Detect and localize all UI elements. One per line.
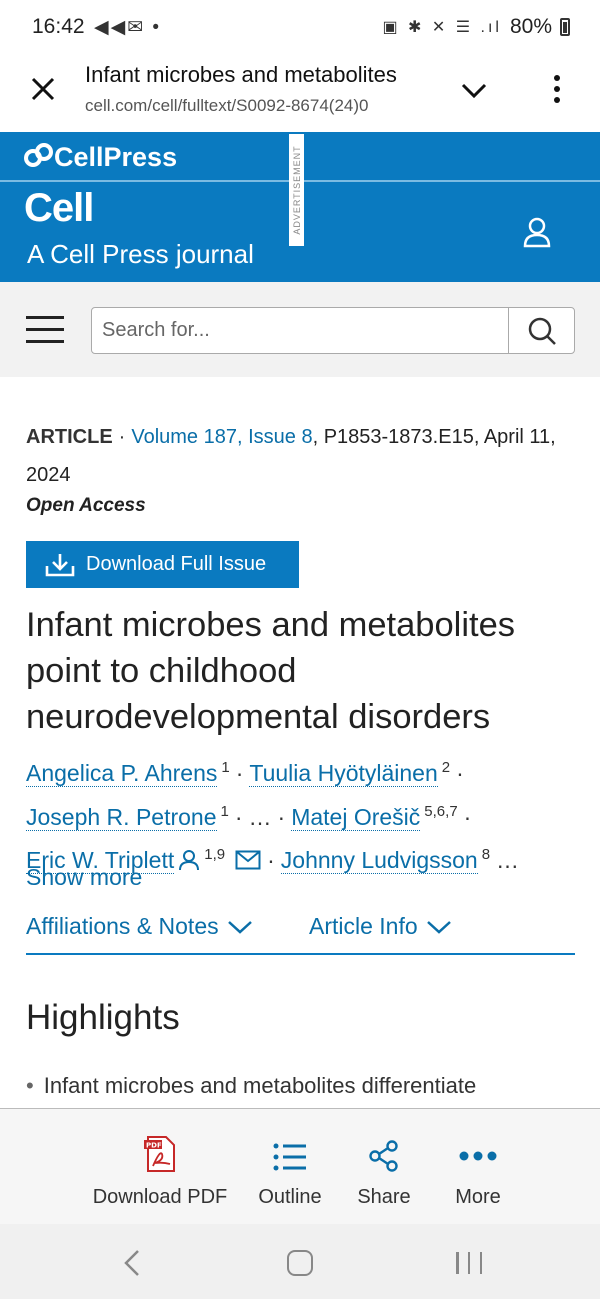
- tab-article-info[interactable]: Article Info: [309, 913, 452, 940]
- status-time: 16:42: [32, 15, 85, 38]
- pdf-icon: PDF: [144, 1136, 175, 1172]
- email-icon[interactable]: [235, 850, 261, 870]
- menu-icon[interactable]: [26, 316, 64, 344]
- tab-affiliations-notes[interactable]: Affiliations & Notes: [26, 913, 253, 940]
- article-tabs: Affiliations & Notes Article Info: [26, 913, 575, 955]
- author-link[interactable]: Joseph R. Petrone: [26, 803, 217, 831]
- chevron-down-icon: [227, 920, 252, 934]
- download-full-issue-label: Download Full Issue: [86, 553, 267, 575]
- download-pdf-label: Download PDF: [92, 1186, 228, 1208]
- page-url[interactable]: cell.com/cell/fulltext/S0092-8674(24)0: [85, 96, 430, 116]
- author-list: Angelica P. Ahrens 1 · Tuulia Hyötyläinen 2 ·…: [26, 759, 520, 874]
- battery-percent: 80%: [509, 15, 552, 38]
- article-meta: ARTICLE · Volume 187, Issue 8, P1853-1873.…: [26, 426, 556, 486]
- tab-affiliations-label: Affiliations & Notes: [26, 913, 219, 939]
- cellpress-logo[interactable]: CellPress: [24, 142, 177, 173]
- search-icon: [528, 317, 556, 345]
- download-pdf-button[interactable]: PDF Download PDF: [86, 1134, 234, 1214]
- more-authors-ellipsis: …: [496, 847, 520, 873]
- highlight-item: • Infant microbes and metabolites differe…: [26, 1073, 477, 1098]
- notification-icons: ◀◀✉ •: [94, 17, 162, 38]
- author-ellipsis: …: [248, 803, 272, 830]
- browser-toolbar: Infant microbes and metabolites cell.com…: [0, 56, 600, 132]
- status-right: ▣ ✱ ✕ ☰ .ıl 80%: [382, 15, 570, 39]
- advertisement-label: ADVERTISEMENT: [289, 134, 304, 246]
- download-icon: [45, 553, 75, 576]
- share-label: Share: [357, 1186, 411, 1208]
- search-box: [91, 307, 575, 354]
- more-label: More: [455, 1186, 501, 1208]
- system-nav-bar: [0, 1224, 600, 1299]
- open-access-label: Open Access: [26, 495, 146, 516]
- bottom-action-bar: PDF Download PDF Outline Share More: [0, 1108, 600, 1224]
- share-icon: [369, 1140, 398, 1172]
- more-vertical-icon[interactable]: [545, 72, 569, 112]
- cellpress-logo-text: CellPress: [54, 142, 178, 172]
- close-icon[interactable]: [26, 72, 60, 106]
- download-full-issue-button[interactable]: Download Full Issue: [26, 541, 299, 588]
- status-bar: 16:42 ◀◀✉ • ▣ ✱ ✕ ☰ .ıl 80%: [0, 0, 600, 56]
- battery-icon: [560, 18, 570, 36]
- search-input[interactable]: [92, 308, 510, 353]
- search-button[interactable]: [508, 308, 574, 353]
- show-more-link[interactable]: Show more: [26, 864, 142, 891]
- cell-logo[interactable]: Cell: [24, 186, 94, 231]
- journal-subtitle: A Cell Press journal: [27, 239, 254, 269]
- volume-link[interactable]: Volume 187, Issue 8: [131, 426, 312, 448]
- highlights-heading: Highlights: [26, 998, 180, 1037]
- author-link[interactable]: Angelica P. Ahrens: [26, 760, 218, 787]
- list-icon: [273, 1143, 306, 1171]
- share-button[interactable]: Share: [350, 1134, 418, 1214]
- journal-header: CellPress Cell A Cell Press journal ADVE…: [0, 132, 600, 282]
- more-horizontal-icon: [459, 1151, 497, 1161]
- article-type: ARTICLE: [26, 426, 113, 448]
- author-link[interactable]: Matej Orešič: [291, 803, 421, 831]
- search-bar-region: [0, 282, 600, 377]
- page-title: Infant microbes and metabolites: [85, 62, 397, 87]
- corresponding-author-icon: [179, 850, 200, 871]
- back-icon[interactable]: [120, 1249, 144, 1277]
- recent-apps-icon[interactable]: [456, 1252, 482, 1274]
- outline-button[interactable]: Outline: [254, 1134, 326, 1214]
- system-icons: ▣ ✱ ✕ ☰ .ıl: [382, 19, 502, 36]
- more-button[interactable]: More: [448, 1134, 508, 1214]
- author-link[interactable]: Tuulia Hyötyläinen: [249, 760, 438, 787]
- svg-text:PDF: PDF: [146, 1142, 162, 1150]
- user-icon[interactable]: [522, 216, 552, 248]
- home-icon[interactable]: [287, 1250, 313, 1276]
- author-link[interactable]: Johnny Ludvigsson: [280, 847, 478, 874]
- chevron-down-icon: [426, 920, 451, 934]
- tab-article-info-label: Article Info: [309, 913, 418, 939]
- outline-label: Outline: [258, 1186, 322, 1208]
- article-title: Infant microbes and metabolites point to…: [26, 606, 516, 736]
- chevron-down-icon[interactable]: [458, 76, 490, 104]
